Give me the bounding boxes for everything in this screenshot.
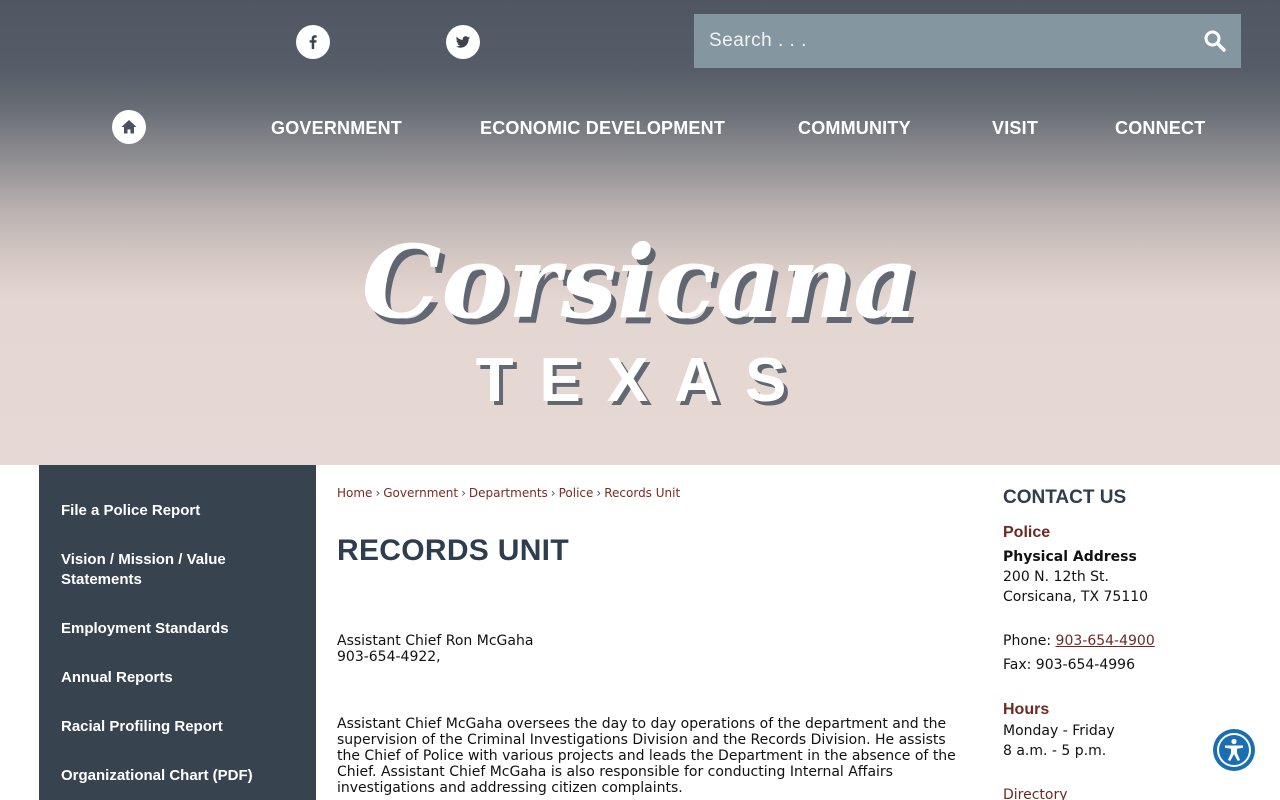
facebook-link[interactable] — [296, 25, 330, 59]
sidebar-nav: File a Police Report Vision / Mission / … — [39, 465, 316, 800]
hours-heading: Hours — [1003, 701, 1050, 718]
search-input[interactable] — [694, 14, 1184, 68]
nav-visit[interactable]: VISIT — [992, 118, 1038, 139]
breadcrumb-separator: › — [375, 486, 381, 500]
address-line2: Corsicana, TX 75110 — [1003, 589, 1149, 605]
contact-phone-row: Phone: 903-654-4900 — [1003, 631, 1155, 651]
contact-department: Police — [1003, 524, 1051, 541]
logo-sub: TEXAS — [476, 346, 813, 415]
phone-link[interactable]: 903-654-4900 — [1056, 633, 1155, 649]
sidebar-item-file-report[interactable]: File a Police Report — [61, 501, 301, 521]
contact-title: CONTACT US — [1003, 487, 1127, 508]
person-phone: 903-654-4922, — [337, 649, 441, 665]
address-label: Physical Address — [1003, 547, 1137, 567]
sidebar-item-org-chart[interactable]: Organizational Chart (PDF) — [61, 766, 301, 786]
home-icon — [121, 120, 137, 134]
breadcrumb-departments[interactable]: Departments — [469, 486, 548, 500]
logo-script: Corsicana — [362, 223, 918, 341]
sidebar-item-vision-mission[interactable]: Vision / Mission / Value Statements — [61, 550, 301, 590]
contact-fax: Fax: 903-654-4996 — [1003, 657, 1135, 673]
phone-label: Phone: — [1003, 633, 1052, 649]
nav-community[interactable]: COMMUNITY — [798, 118, 911, 139]
breadcrumb-government[interactable]: Government — [383, 486, 458, 500]
breadcrumb-records-unit[interactable]: Records Unit — [604, 486, 680, 500]
corsicana-logo[interactable]: Corsicana Corsicana TEXAS TEXAS — [360, 215, 920, 415]
page-title: RECORDS UNIT — [337, 534, 569, 567]
description-paragraph: Assistant Chief McGaha oversees the day … — [337, 716, 956, 796]
hours-days: Monday - Friday — [1003, 723, 1115, 739]
person-name: Assistant Chief Ron McGaha — [337, 633, 534, 649]
nav-home-button[interactable] — [112, 110, 146, 144]
search-icon[interactable] — [1203, 29, 1227, 53]
hours-time: 8 a.m. - 5 p.m. — [1003, 743, 1107, 759]
nav-connect[interactable]: CONNECT — [1115, 118, 1205, 139]
breadcrumb-home[interactable]: Home — [337, 486, 372, 500]
accessibility-button[interactable] — [1213, 729, 1255, 771]
breadcrumb-separator: › — [461, 486, 466, 500]
twitter-icon — [456, 36, 470, 48]
sidebar-item-racial-profiling[interactable]: Racial Profiling Report — [61, 717, 301, 737]
sidebar-item-annual-reports[interactable]: Annual Reports — [61, 668, 301, 688]
facebook-icon — [309, 35, 317, 49]
breadcrumb-separator: › — [596, 486, 602, 500]
directory-link[interactable]: Directory — [1003, 785, 1068, 800]
breadcrumb-police[interactable]: Police — [559, 486, 594, 500]
breadcrumb: Home › Government › Departments › Police › Recor… — [337, 486, 680, 500]
address-label-text: Physical Address — [1003, 549, 1137, 565]
sidebar-item-employment-standards[interactable]: Employment Standards — [61, 619, 301, 639]
address-line1: 200 N. 12th St. — [1003, 569, 1109, 585]
nav-government[interactable]: GOVERNMENT — [271, 118, 402, 139]
accessibility-icon — [1217, 733, 1251, 767]
site-header: GOVERNMENT ECONOMIC DEVELOPMENT COMMUNIT… — [0, 0, 1280, 465]
twitter-link[interactable] — [446, 25, 480, 59]
nav-economic-development[interactable]: ECONOMIC DEVELOPMENT — [480, 118, 725, 139]
breadcrumb-separator: › — [550, 486, 556, 500]
search-box — [694, 14, 1241, 68]
